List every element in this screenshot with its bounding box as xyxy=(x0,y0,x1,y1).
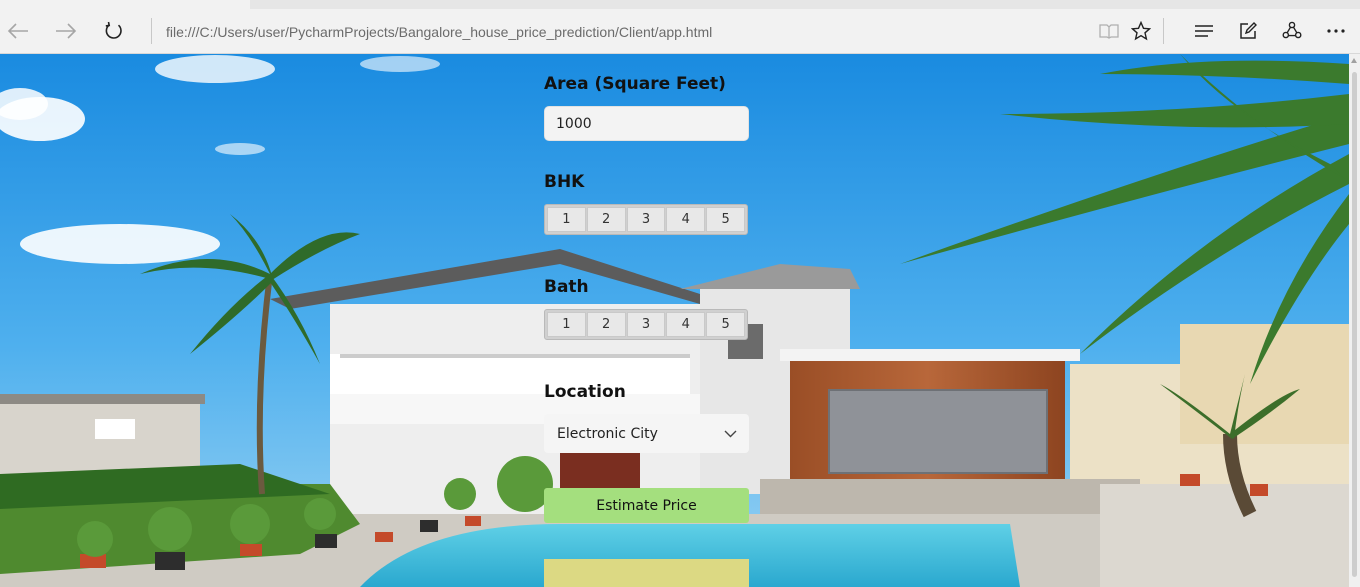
bhk-label: BHK xyxy=(544,172,585,192)
browser-toolbar: file:///C:/Users/user/PycharmProjects/Ba… xyxy=(0,9,1360,54)
bath-option-3[interactable]: 3 xyxy=(626,312,666,337)
address-bar[interactable]: file:///C:/Users/user/PycharmProjects/Ba… xyxy=(158,19,1078,45)
bhk-option-2[interactable]: 2 xyxy=(586,207,626,232)
estimate-price-button[interactable]: Estimate Price xyxy=(544,488,749,523)
toolbar-separator xyxy=(1163,18,1164,44)
hub-icon[interactable] xyxy=(1188,15,1220,47)
estimated-price-result xyxy=(544,559,749,587)
more-icon[interactable] xyxy=(1320,15,1352,47)
toolbar-separator xyxy=(151,18,152,44)
back-icon[interactable] xyxy=(2,15,34,47)
location-label: Location xyxy=(544,382,626,402)
page-viewport: Area (Square Feet) 1000 BHK 1 2 3 4 5 Ba… xyxy=(0,54,1349,587)
price-estimator-form: Area (Square Feet) 1000 BHK 1 2 3 4 5 Ba… xyxy=(544,54,754,587)
tab-strip xyxy=(0,0,1360,9)
bhk-option-5[interactable]: 5 xyxy=(706,207,745,232)
scrollbar-thumb[interactable] xyxy=(1352,72,1357,577)
bhk-radio-group: 1 2 3 4 5 xyxy=(544,204,748,235)
share-icon[interactable] xyxy=(1276,15,1308,47)
bath-option-4[interactable]: 4 xyxy=(666,312,706,337)
area-label: Area (Square Feet) xyxy=(544,74,726,94)
bhk-option-1[interactable]: 1 xyxy=(547,207,586,232)
favorite-star-icon[interactable] xyxy=(1125,15,1157,47)
location-select[interactable]: Electronic City xyxy=(544,414,749,453)
scroll-up-arrow-icon[interactable] xyxy=(1351,58,1357,63)
forward-icon[interactable] xyxy=(50,15,82,47)
vertical-scrollbar[interactable] xyxy=(1349,54,1360,587)
chevron-down-icon xyxy=(724,430,737,437)
bhk-option-4[interactable]: 4 xyxy=(666,207,706,232)
bath-option-2[interactable]: 2 xyxy=(586,312,626,337)
area-input[interactable]: 1000 xyxy=(544,106,749,141)
refresh-icon[interactable] xyxy=(98,15,130,47)
web-note-icon[interactable] xyxy=(1232,15,1264,47)
bath-label: Bath xyxy=(544,277,589,297)
active-tab[interactable] xyxy=(0,0,250,9)
bath-option-1[interactable]: 1 xyxy=(547,312,586,337)
bath-option-5[interactable]: 5 xyxy=(706,312,745,337)
location-selected-value: Electronic City xyxy=(557,425,658,442)
reading-view-icon[interactable] xyxy=(1093,15,1125,47)
bath-radio-group: 1 2 3 4 5 xyxy=(544,309,748,340)
bhk-option-3[interactable]: 3 xyxy=(626,207,666,232)
